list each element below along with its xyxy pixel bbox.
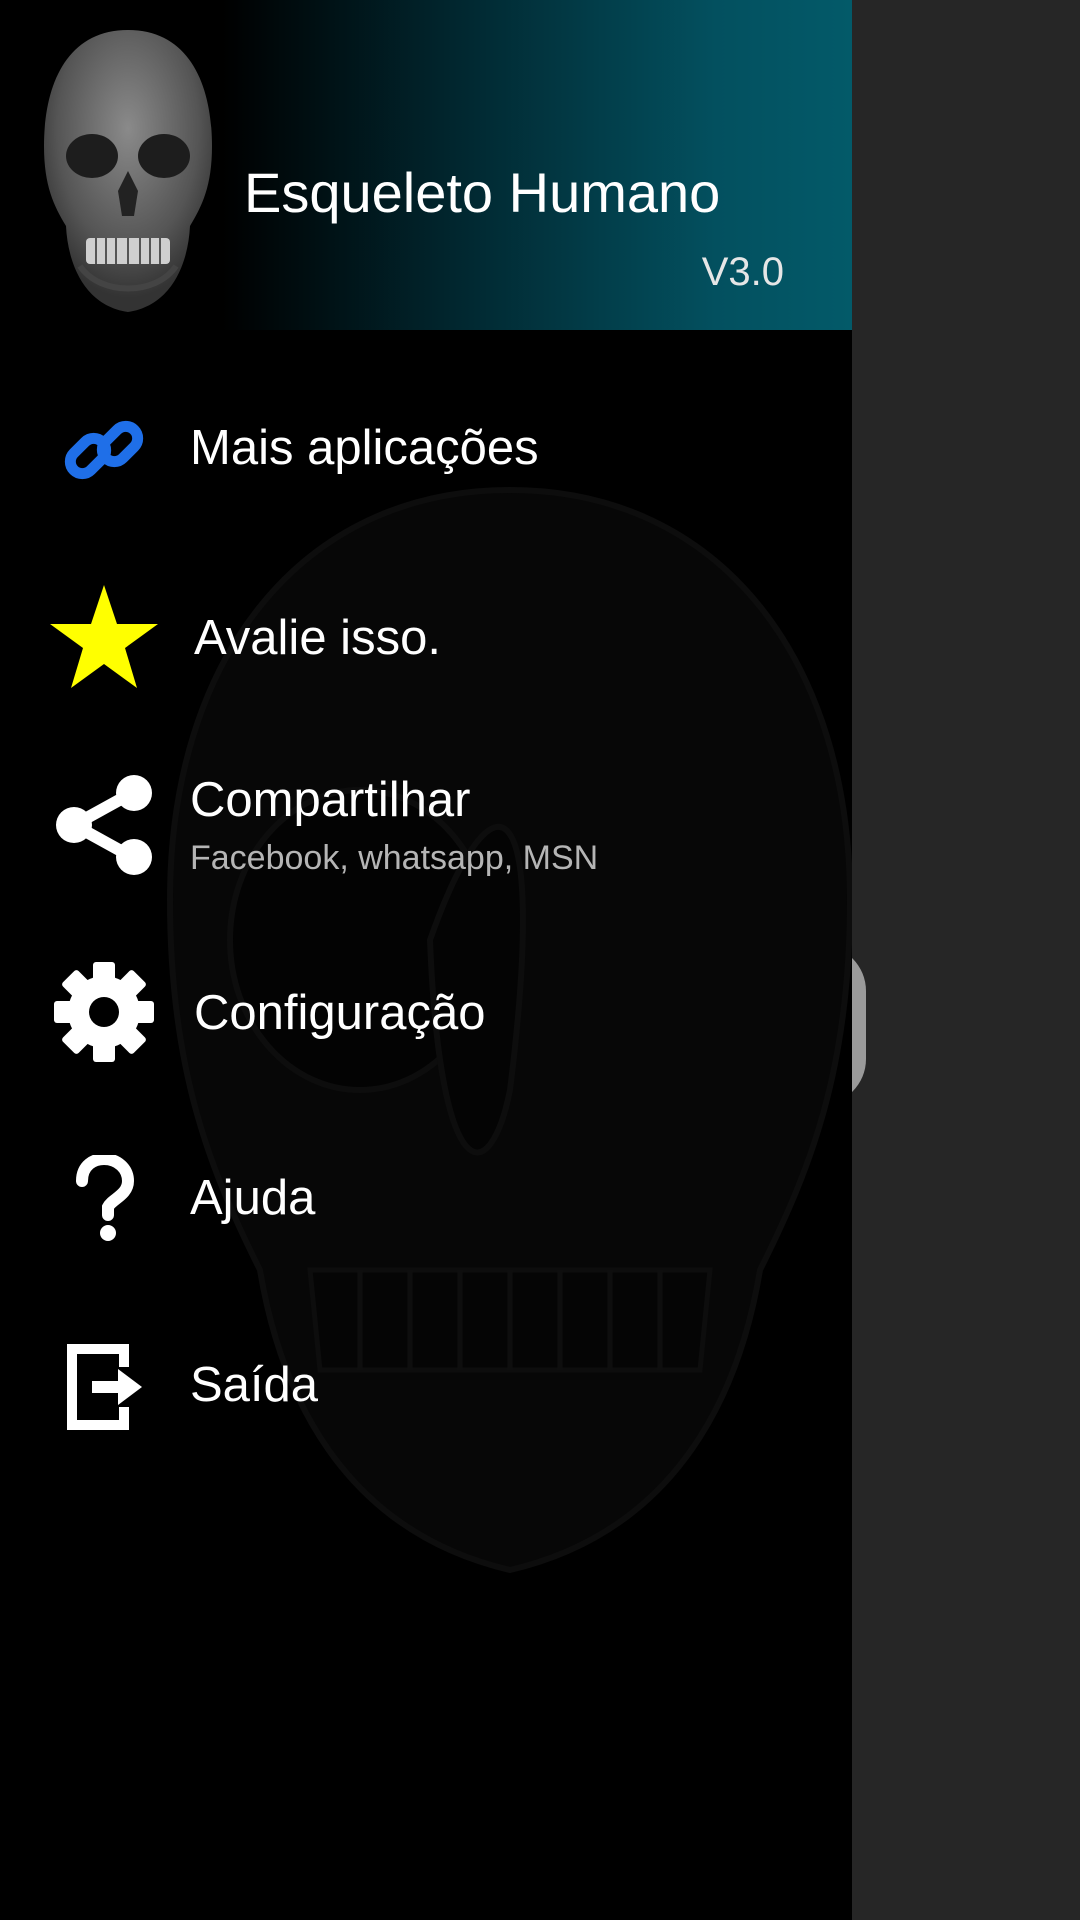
screen: Esqueleto Humano V3.0 Mais aplicações Av… bbox=[0, 0, 1080, 1920]
menu-item-more-apps[interactable]: Mais aplicações bbox=[0, 375, 852, 525]
menu-item-label: Mais aplicações bbox=[190, 421, 539, 475]
app-title: Esqueleto Humano bbox=[244, 161, 721, 224]
star-icon bbox=[44, 577, 164, 697]
exit-icon bbox=[44, 1327, 164, 1447]
menu-item-label: Ajuda bbox=[190, 1171, 316, 1225]
link-icon bbox=[44, 390, 164, 510]
question-icon bbox=[44, 1140, 164, 1260]
navigation-drawer: Esqueleto Humano V3.0 Mais aplicações Av… bbox=[0, 0, 852, 1920]
menu-item-label: Avalie isso. bbox=[194, 611, 441, 665]
skull-icon bbox=[44, 30, 212, 312]
menu-item-label: Configuração bbox=[194, 986, 486, 1040]
menu-item-share[interactable]: Compartilhar Facebook, whatsapp, MSN bbox=[0, 750, 852, 900]
gear-icon bbox=[44, 952, 164, 1072]
menu-item-label: Compartilhar bbox=[190, 773, 471, 827]
share-icon bbox=[44, 765, 164, 885]
menu-item-exit[interactable]: Saída bbox=[0, 1312, 852, 1462]
menu-item-label: Saída bbox=[190, 1358, 319, 1412]
menu-item-settings[interactable]: Configuração bbox=[0, 937, 852, 1087]
drawer-header: Esqueleto Humano V3.0 bbox=[0, 0, 852, 330]
menu-item-sublabel: Facebook, whatsapp, MSN bbox=[190, 839, 599, 877]
app-version: V3.0 bbox=[701, 250, 784, 294]
menu-item-rate[interactable]: Avalie isso. bbox=[0, 562, 852, 712]
menu-item-help[interactable]: Ajuda bbox=[0, 1125, 852, 1275]
